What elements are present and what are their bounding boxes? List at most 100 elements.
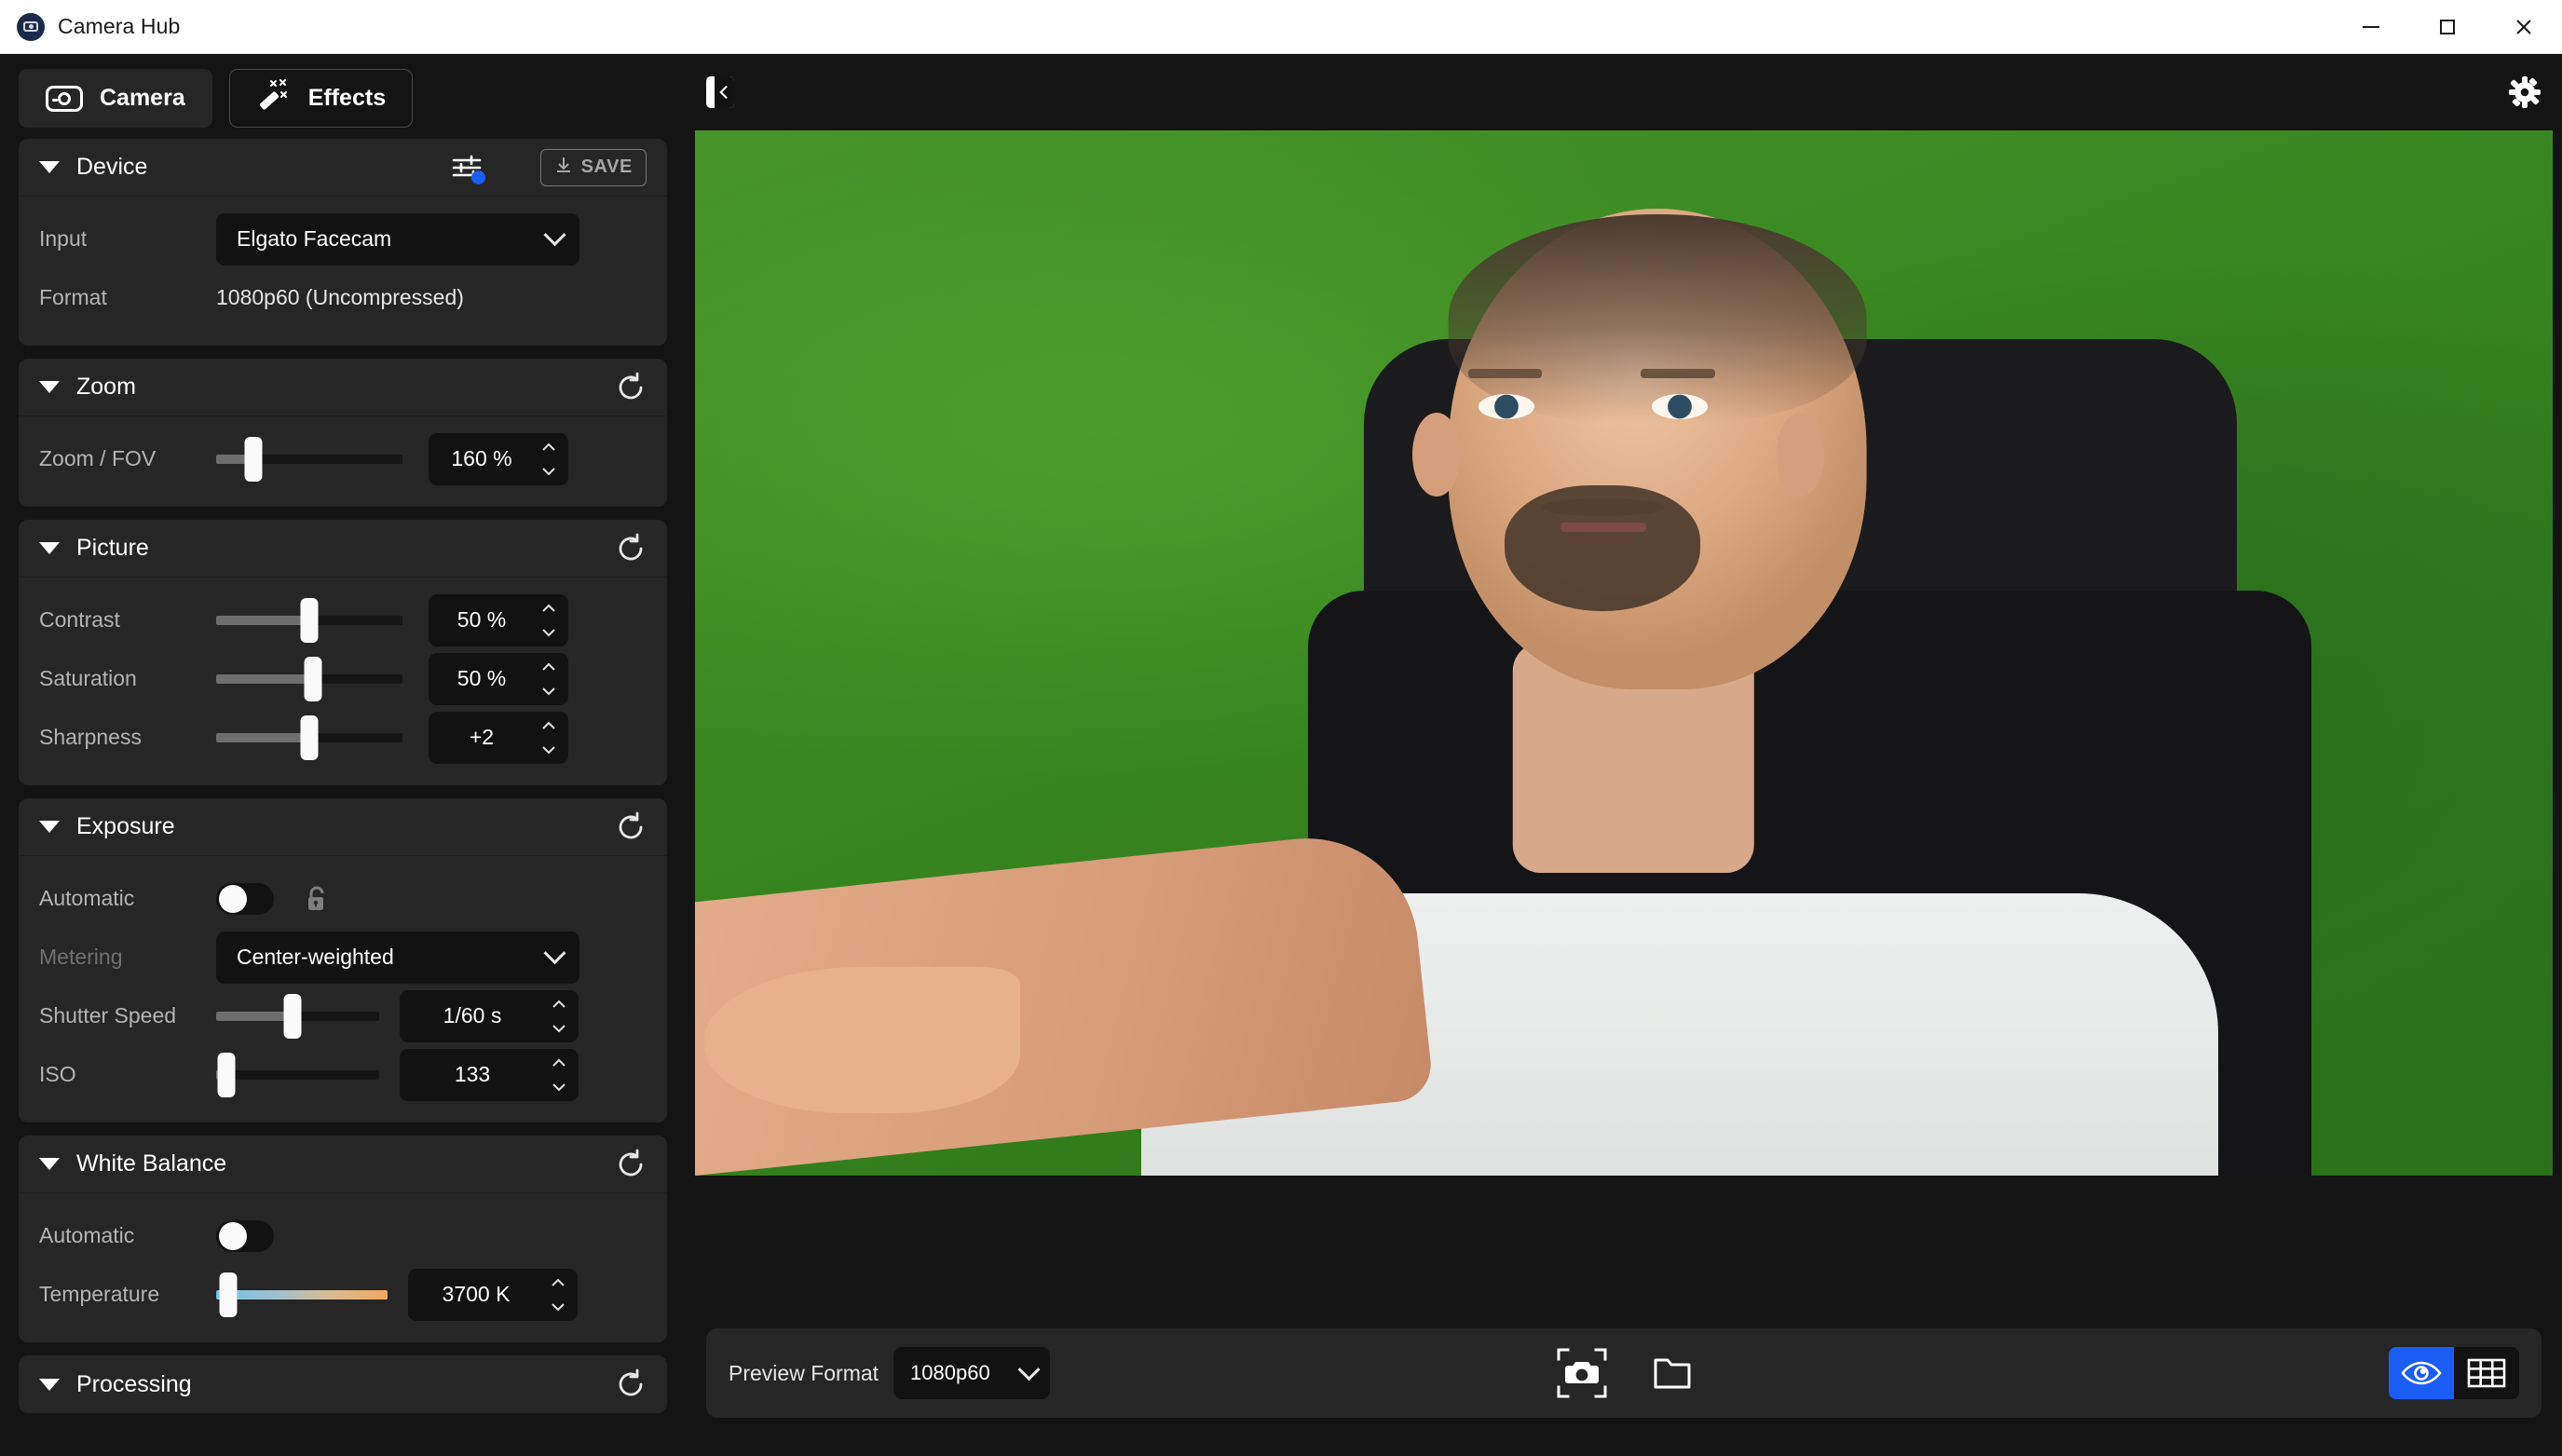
row-input: Input Elgato Facecam — [39, 210, 647, 268]
stepper-down-icon[interactable] — [552, 1080, 566, 1095]
chevron-down-icon — [543, 942, 566, 965]
row-zoom-fov: Zoom / FOV 160 % — [39, 429, 647, 488]
preview-bottom-area: Preview Format 1080p60 — [686, 1307, 2562, 1456]
main-body: Camera Effects Device SAVE Input Elgato … — [0, 54, 2562, 1456]
sharpness-stepper[interactable]: +2 — [429, 711, 568, 764]
snapshot-camera-icon[interactable] — [1555, 1346, 1609, 1400]
save-button[interactable]: SAVE — [539, 148, 647, 186]
person-hair — [1448, 213, 1867, 424]
section-processing-header[interactable]: Processing — [19, 1355, 667, 1413]
preview-format-value: 1080p60 — [910, 1361, 990, 1384]
iso-label: ISO — [39, 1062, 76, 1086]
stepper-down-icon[interactable] — [541, 625, 556, 640]
title-bar-left: Camera Hub — [0, 12, 181, 41]
contrast-stepper[interactable]: 50 % — [429, 593, 568, 646]
video-preview-area[interactable] — [686, 130, 2562, 1307]
preview-format-label: Preview Format — [729, 1360, 879, 1385]
preview-view-toggle — [2389, 1347, 2519, 1399]
equalizer-icon[interactable] — [451, 154, 485, 184]
reset-icon[interactable] — [615, 372, 647, 403]
iso-value: 133 — [454, 1062, 491, 1086]
contrast-label: Contrast — [39, 607, 120, 632]
stepper-up-icon[interactable] — [552, 1055, 566, 1070]
view-grid-button[interactable] — [2454, 1347, 2519, 1399]
folder-icon[interactable] — [1652, 1354, 1693, 1393]
section-device: Device SAVE Input Elgato Facecam Format … — [19, 139, 667, 346]
maximize-icon[interactable] — [2409, 0, 2486, 54]
reset-icon[interactable] — [615, 1149, 647, 1180]
stepper-up-icon[interactable] — [541, 660, 556, 674]
stepper-up-icon[interactable] — [552, 997, 566, 1012]
stepper-up-icon[interactable] — [551, 1275, 566, 1290]
sharpness-label: Sharpness — [39, 725, 142, 749]
iso-stepper[interactable]: 133 — [400, 1048, 579, 1101]
sharpness-slider[interactable] — [216, 712, 402, 764]
section-white-balance-header[interactable]: White Balance — [19, 1136, 667, 1193]
gear-icon[interactable] — [2508, 75, 2542, 109]
chevron-down-icon[interactable] — [39, 542, 60, 554]
temperature-value: 3700 K — [442, 1282, 511, 1306]
chevron-down-icon[interactable] — [39, 821, 60, 833]
tab-camera[interactable]: Camera — [19, 69, 212, 128]
contrast-value: 50 % — [457, 607, 507, 632]
unlock-icon[interactable] — [304, 885, 330, 913]
reset-icon[interactable] — [615, 533, 647, 565]
temperature-slider[interactable] — [216, 1269, 388, 1321]
section-zoom-header[interactable]: Zoom — [19, 359, 667, 416]
stepper-up-icon[interactable] — [541, 440, 556, 455]
section-exposure-title: Exposure — [76, 813, 175, 839]
stepper-down-icon[interactable] — [541, 464, 556, 479]
stepper-down-icon[interactable] — [541, 684, 556, 699]
section-white-balance: White Balance Automatic Temperature 3700… — [19, 1136, 667, 1342]
minimize-icon[interactable] — [2333, 0, 2409, 54]
input-label: Input — [39, 226, 88, 251]
tab-effects[interactable]: Effects — [228, 69, 414, 128]
zoom-fov-stepper[interactable]: 160 % — [429, 432, 568, 485]
shutter-speed-slider[interactable] — [216, 990, 379, 1042]
chevron-down-icon[interactable] — [39, 381, 60, 393]
saturation-slider[interactable] — [216, 653, 402, 705]
person-moustache — [1542, 497, 1665, 516]
section-exposure-header[interactable]: Exposure — [19, 798, 667, 856]
stepper-down-icon[interactable] — [551, 1300, 566, 1314]
stepper-down-icon[interactable] — [552, 1021, 566, 1036]
saturation-label: Saturation — [39, 666, 137, 690]
tab-camera-label: Camera — [100, 85, 185, 111]
section-exposure: Exposure Automatic Metering Center-weigh… — [19, 798, 667, 1123]
iso-slider[interactable] — [216, 1049, 379, 1101]
contrast-slider[interactable] — [216, 594, 402, 646]
section-picture-body: Contrast 50 % Saturation 50 % Sharpness … — [19, 578, 667, 785]
saturation-stepper[interactable]: 50 % — [429, 652, 568, 705]
stepper-up-icon[interactable] — [541, 718, 556, 733]
collapse-panel-icon[interactable] — [706, 76, 734, 108]
person-eyebrow-left — [1467, 368, 1543, 378]
reset-icon[interactable] — [615, 1368, 647, 1400]
section-white-balance-body: Automatic Temperature 3700 K — [19, 1193, 667, 1342]
view-eye-button[interactable] — [2389, 1347, 2454, 1399]
stepper-up-icon[interactable] — [541, 601, 556, 616]
input-select[interactable]: Elgato Facecam — [216, 212, 579, 265]
wb-automatic-label: Automatic — [39, 1223, 135, 1247]
zoom-fov-slider[interactable] — [216, 433, 402, 485]
zoom-fov-label: Zoom / FOV — [39, 446, 157, 470]
chevron-down-icon[interactable] — [39, 161, 60, 173]
preview-format-select[interactable]: 1080p60 — [893, 1347, 1051, 1399]
temperature-stepper[interactable]: 3700 K — [408, 1268, 578, 1321]
chevron-down-icon[interactable] — [39, 1378, 60, 1391]
save-button-label: SAVE — [580, 156, 633, 177]
close-icon[interactable] — [2486, 0, 2562, 54]
reset-icon[interactable] — [615, 811, 647, 843]
shutter-speed-value: 1/60 s — [443, 1003, 502, 1027]
section-picture-header[interactable]: Picture — [19, 520, 667, 578]
shutter-speed-stepper[interactable]: 1/60 s — [400, 989, 579, 1042]
chevron-down-icon[interactable] — [39, 1158, 60, 1170]
row-format: Format 1080p60 (Uncompressed) — [39, 268, 647, 327]
format-label: Format — [39, 285, 107, 309]
stepper-down-icon[interactable] — [541, 742, 556, 757]
app-title: Camera Hub — [58, 14, 181, 38]
section-device-header[interactable]: Device SAVE — [19, 139, 667, 197]
metering-select[interactable]: Center-weighted — [216, 931, 579, 984]
wb-automatic-toggle[interactable] — [216, 1219, 274, 1252]
title-bar: Camera Hub — [0, 0, 2562, 54]
exposure-automatic-toggle[interactable] — [216, 882, 274, 915]
